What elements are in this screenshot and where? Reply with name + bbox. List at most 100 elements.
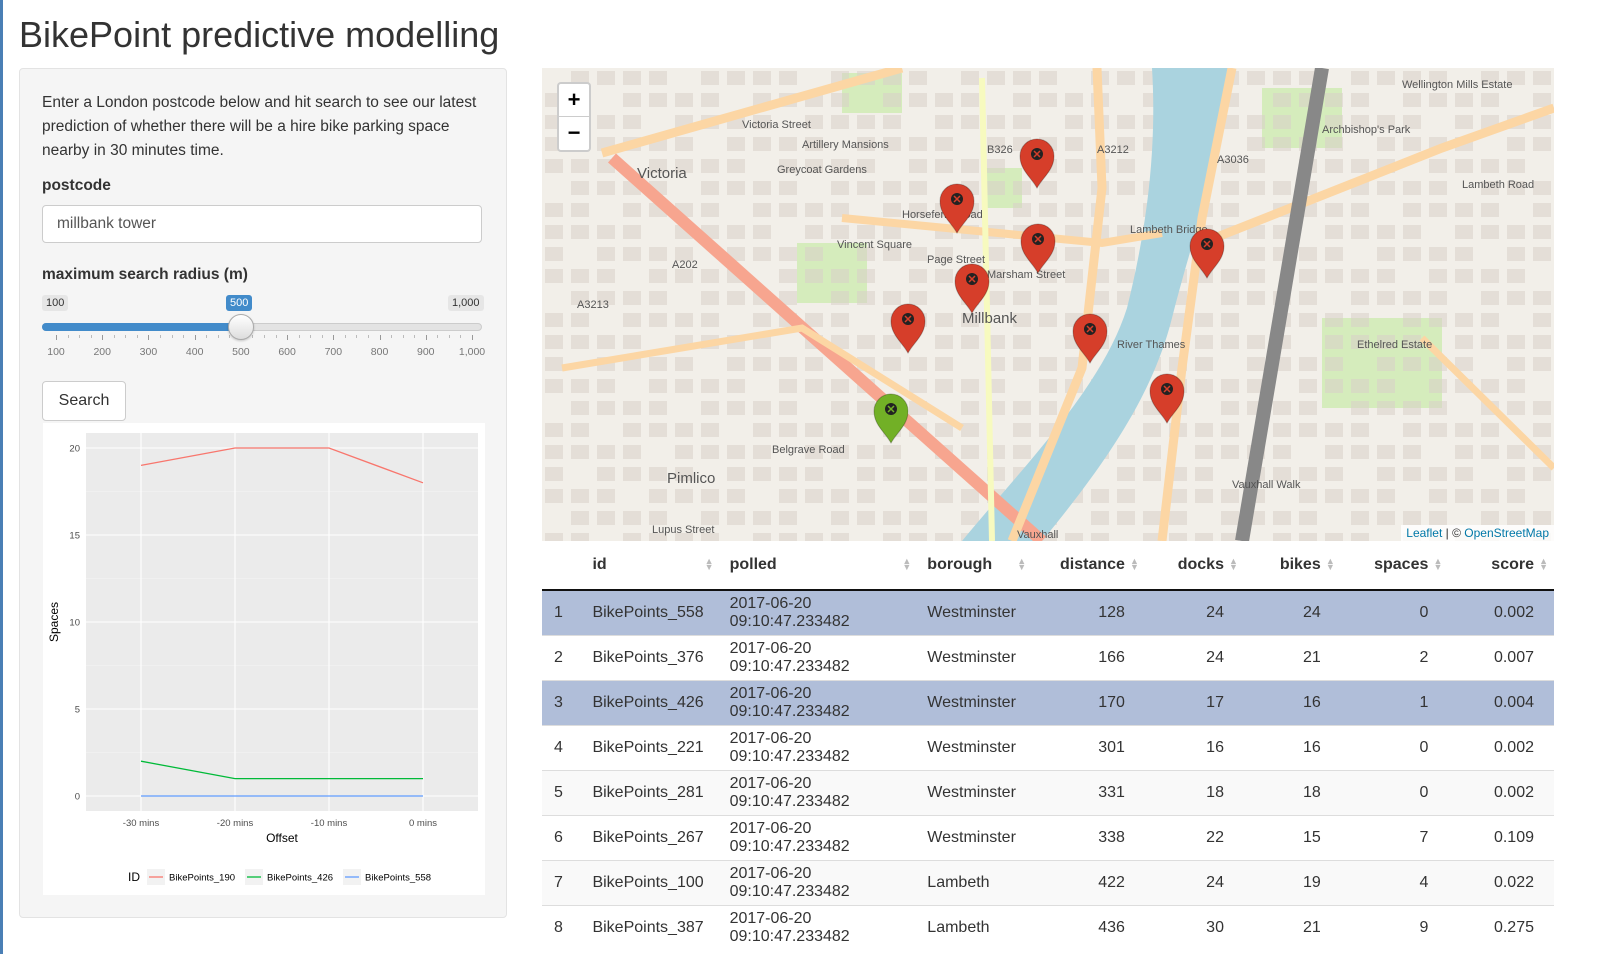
table-row[interactable]: 7 BikePoints_100 2017-06-20 09:10:47.23348… [542, 860, 1554, 906]
building [1117, 115, 1135, 129]
building [1403, 247, 1421, 261]
map-label: Belgrave Road [772, 444, 845, 456]
building [1299, 423, 1317, 437]
slider-minor-tick [136, 335, 138, 338]
intro-text: Enter a London postcode below and hit se… [42, 94, 477, 159]
building [1169, 511, 1187, 525]
slider-minor-tick [160, 335, 161, 338]
building [1455, 269, 1473, 283]
cell-borough: Lambeth [917, 860, 1033, 906]
radius-label: maximum search radius (m) [42, 266, 248, 283]
sort-icon[interactable]: ▲ ▼ [902, 557, 911, 572]
building [1403, 225, 1421, 239]
sort-icon[interactable]: ▲ ▼ [1326, 557, 1335, 572]
cell-spaces: 7 [1340, 815, 1449, 861]
table-row[interactable]: 4 BikePoints_221 2017-06-20 09:10:47.23348… [542, 725, 1554, 771]
column-header-docks[interactable]: docks ▲ ▼ [1144, 541, 1244, 591]
building [1117, 489, 1135, 503]
building [753, 533, 771, 541]
postcode-input[interactable]: millbank tower [42, 205, 482, 243]
building [935, 423, 953, 437]
building [779, 511, 797, 525]
sort-icon[interactable]: ▲ ▼ [1229, 557, 1238, 572]
cell-borough: Lambeth [917, 905, 1033, 950]
map[interactable]: Victoria Victoria Street Artillery Mansion… [542, 68, 1554, 541]
map-label: Victoria [637, 165, 687, 182]
search-button[interactable]: Search [42, 381, 126, 421]
table-row[interactable]: 8 BikePoints_387 2017-06-20 09:10:47.23348… [542, 905, 1554, 950]
building [1481, 203, 1499, 217]
column-header-distance[interactable]: distance ▲ ▼ [1032, 541, 1145, 591]
building [597, 511, 615, 525]
building [623, 313, 641, 327]
building [935, 93, 953, 107]
table-row[interactable]: 5 BikePoints_281 2017-06-20 09:10:47.23348… [542, 770, 1554, 816]
building [961, 71, 979, 85]
building [1221, 511, 1239, 525]
column-header-score[interactable]: score ▲ ▼ [1448, 541, 1554, 591]
building [961, 489, 979, 503]
building [831, 489, 849, 503]
building [1221, 445, 1239, 459]
sort-icon[interactable]: ▲ ▼ [1017, 557, 1026, 572]
building [883, 533, 901, 541]
building [831, 533, 849, 541]
sort-icon[interactable]: ▲ ▼ [705, 557, 714, 572]
slider-tick [102, 335, 104, 340]
building [1143, 423, 1161, 437]
building [1377, 181, 1395, 195]
table-row[interactable]: 6 BikePoints_267 2017-06-20 09:10:47.23348… [542, 815, 1554, 861]
building [1533, 467, 1551, 481]
zoom-out-button[interactable]: − [559, 117, 589, 149]
table-row[interactable]: 3 BikePoints_426 2017-06-20 09:10:47.23348… [542, 680, 1554, 726]
building [779, 423, 797, 437]
slider-handle[interactable] [227, 314, 254, 340]
building [1481, 93, 1499, 107]
x-tick-label: 0 mins [409, 818, 437, 829]
page-title: BikePoint predictive modelling [19, 14, 500, 55]
sort-icon[interactable]: ▲ ▼ [1433, 557, 1442, 572]
building [1481, 225, 1499, 239]
sort-icon[interactable]: ▲ ▼ [1539, 557, 1548, 572]
building [649, 467, 667, 481]
table-row[interactable]: 2 BikePoints_376 2017-06-20 09:10:47.23348… [542, 635, 1554, 681]
building [857, 445, 875, 459]
building [935, 533, 953, 541]
map-tiles[interactable]: Victoria Victoria Street Artillery Mansion… [542, 68, 1554, 541]
building [883, 93, 901, 107]
building [597, 269, 615, 283]
table-row[interactable]: 1 BikePoints_558 2017-06-20 09:10:47.23348… [542, 589, 1554, 636]
building [1299, 357, 1317, 371]
building [1403, 511, 1421, 525]
cell-spaces: 9 [1340, 905, 1449, 950]
column-header-borough[interactable]: borough ▲ ▼ [917, 541, 1033, 591]
building [1507, 511, 1525, 525]
zoom-in-button[interactable]: + [559, 84, 589, 117]
building [1117, 511, 1135, 525]
building [1533, 511, 1551, 525]
building [1039, 379, 1057, 393]
cell-polled: 2017-06-20 09:10:47.233482 [719, 815, 918, 861]
building [701, 93, 719, 107]
building [909, 379, 927, 393]
building [909, 533, 927, 541]
building [1377, 511, 1395, 525]
sort-icon[interactable]: ▲ ▼ [1130, 557, 1139, 572]
building [571, 533, 589, 541]
column-header-id[interactable]: id ▲ ▼ [582, 541, 720, 591]
building [1195, 357, 1213, 371]
building [1403, 291, 1421, 305]
openstreetmap-link[interactable]: OpenStreetMap [1464, 526, 1549, 540]
building [1039, 357, 1057, 371]
leaflet-link[interactable]: Leaflet [1406, 526, 1442, 540]
column-header-bikes[interactable]: bikes ▲ ▼ [1243, 541, 1341, 591]
zoom-control: + − [557, 82, 591, 152]
building [597, 247, 615, 261]
column-header-polled[interactable]: polled ▲ ▼ [719, 541, 918, 591]
building [1013, 335, 1031, 349]
building [623, 93, 641, 107]
building [1403, 137, 1421, 151]
building [753, 137, 771, 151]
column-header-spaces[interactable]: spaces ▲ ▼ [1340, 541, 1449, 591]
cell-docks: 18 [1144, 770, 1244, 816]
